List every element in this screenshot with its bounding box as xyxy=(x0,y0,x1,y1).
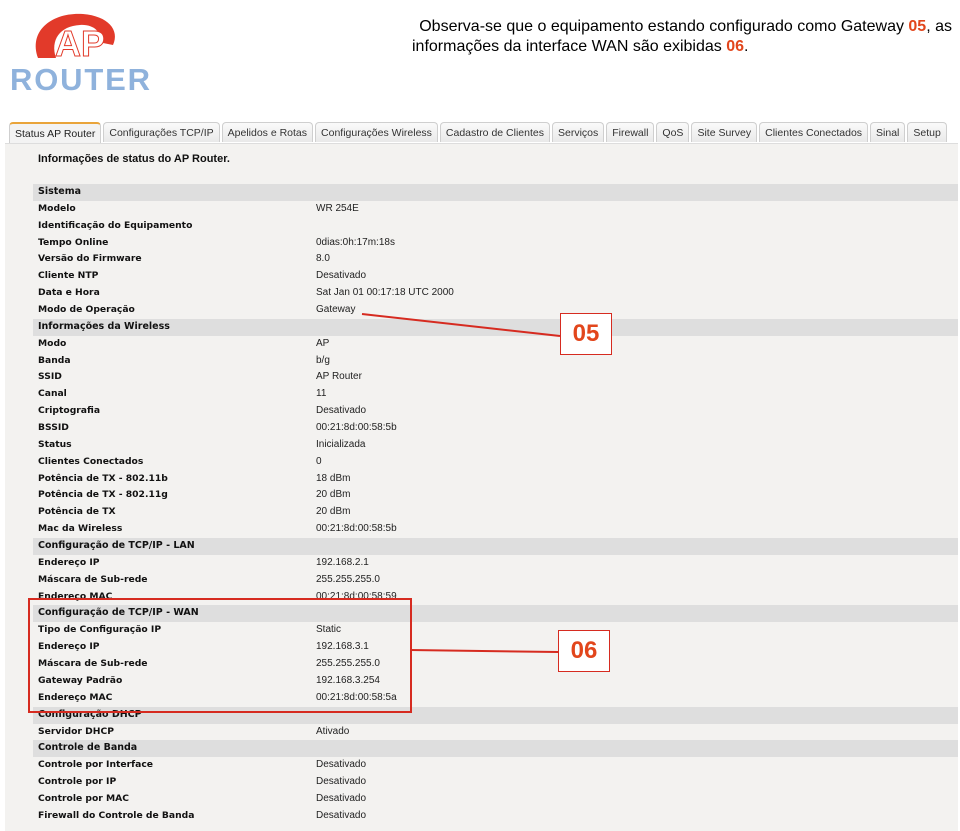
callout-05: 05 xyxy=(560,313,612,355)
wan-highlight-box xyxy=(28,598,412,713)
callout-06: 06 xyxy=(558,630,610,672)
callout-line-06 xyxy=(409,649,559,653)
callout-line-05 xyxy=(361,313,561,337)
